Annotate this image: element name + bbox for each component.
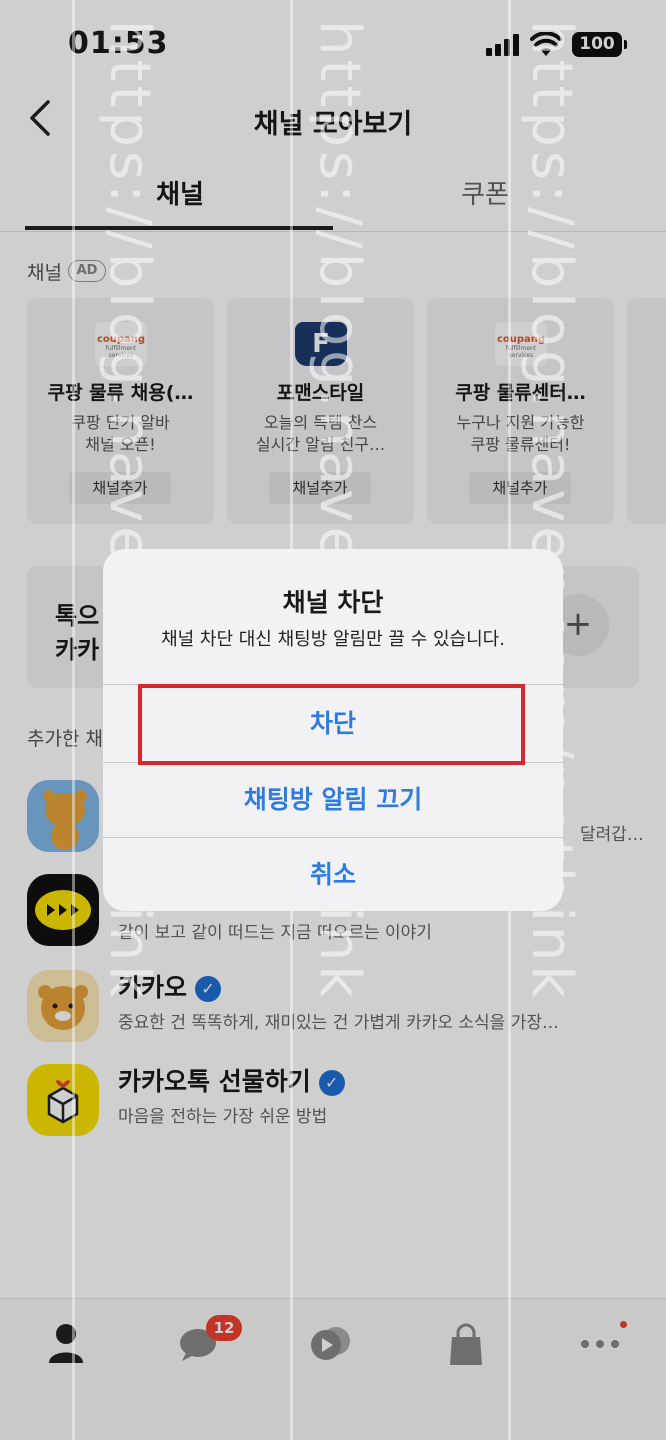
app-screen: 01:53 100 채널 모아보기 채널 쿠폰 채널 AD coupang ful… — [0, 0, 666, 1440]
dialog-title: 채널 차단 — [282, 588, 384, 617]
highlight-annotation — [138, 684, 525, 765]
dialog-message: 채널 차단 대신 채팅방 알림만 끌 수 있습니다. — [161, 629, 505, 650]
mute-notifications-button[interactable]: 채팅방 알림 끄기 — [103, 762, 563, 838]
cancel-button[interactable]: 취소 — [103, 837, 563, 911]
watermark-line — [72, 0, 75, 1440]
